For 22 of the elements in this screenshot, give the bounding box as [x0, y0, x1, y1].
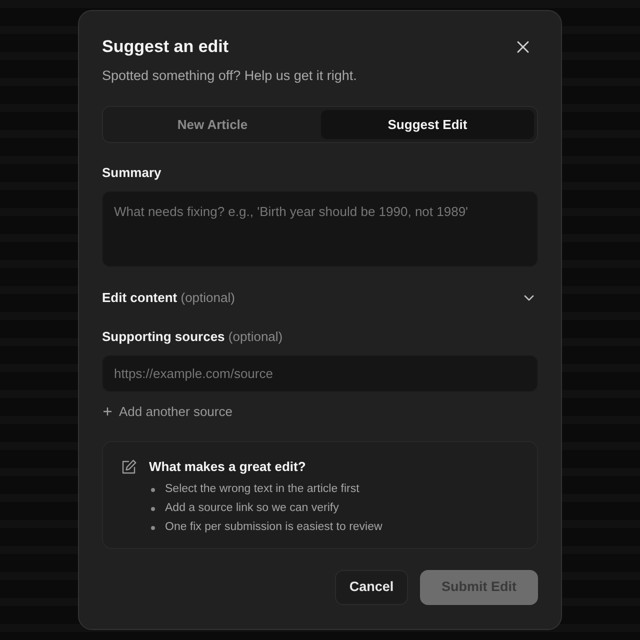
plus-icon	[103, 406, 112, 416]
tip-text: One fix per submission is easiest to review	[165, 520, 382, 536]
tip-text: Add a source link so we can verify	[165, 501, 339, 516]
bullet-icon	[151, 526, 155, 530]
pencil-icon	[121, 459, 137, 476]
sources-label: Supporting sources (optional)	[102, 328, 284, 346]
bullet-icon	[151, 506, 155, 511]
close-icon	[517, 41, 529, 53]
edit-content-toggle[interactable]: Edit content (optional)	[102, 286, 538, 309]
dialog-subtitle: Spotted something off? Help us get it right.	[102, 67, 358, 85]
dialog-title: Suggest an edit	[102, 36, 229, 58]
mode-tab[interactable]: New Article	[106, 110, 319, 139]
tips-title: What makes a great edit?	[149, 458, 307, 476]
chevron-down-icon	[524, 294, 534, 301]
source-url-field[interactable]: https://example.com/source	[102, 354, 538, 392]
mode-tab[interactable]: Suggest Edit	[321, 110, 534, 139]
summary-label: Summary	[102, 164, 162, 182]
cancel-button[interactable]: Cancel	[335, 570, 408, 606]
add-source-link[interactable]: Add another source	[102, 402, 232, 420]
tip-text: Select the wrong text in the article first	[165, 482, 360, 498]
bullet-icon	[151, 488, 155, 492]
summary-field[interactable]: What needs fixing? e.g., 'Birth year should be 1990, not 1989'	[102, 190, 538, 267]
